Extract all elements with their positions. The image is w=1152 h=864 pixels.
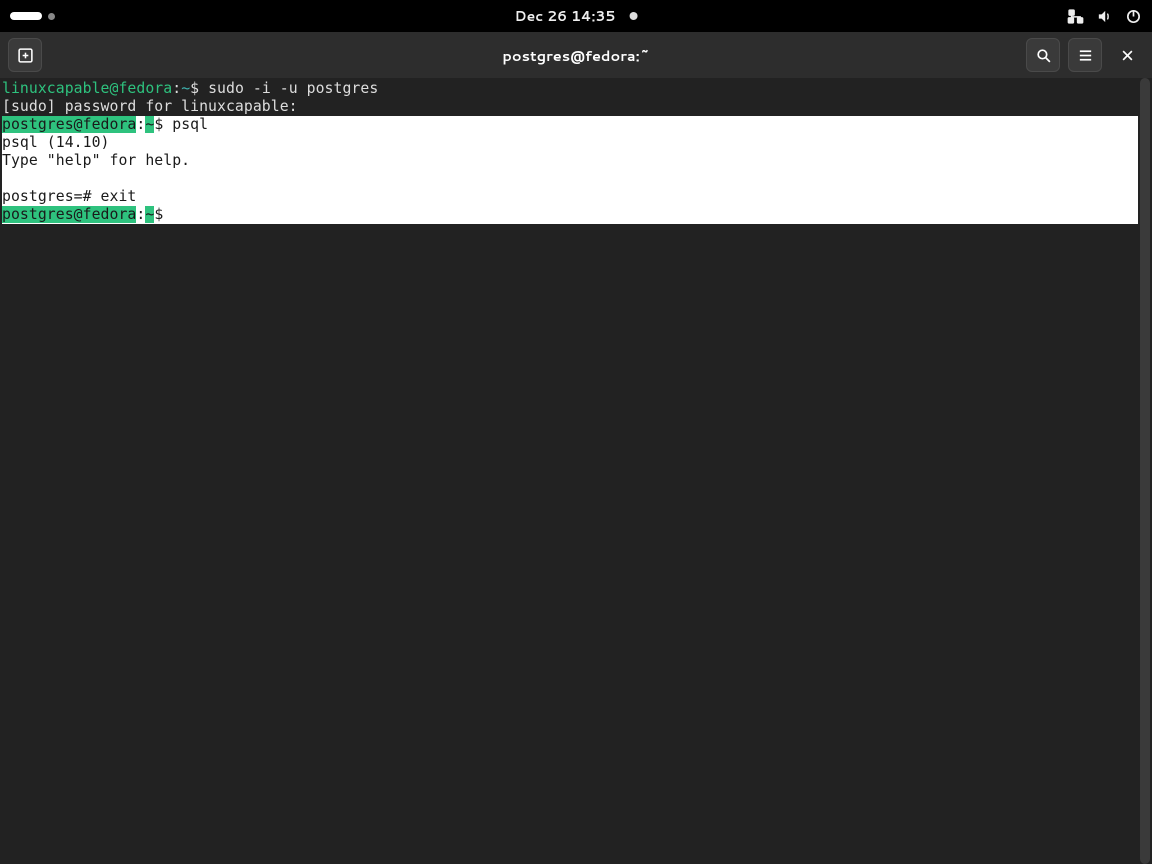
prompt-user: postgres@fedora bbox=[2, 206, 136, 223]
window-title: postgres@fedora:~ bbox=[502, 45, 649, 66]
gnome-top-panel: Dec 26 14:35 bbox=[0, 0, 1152, 32]
prompt-cmd: $ sudo -i -u postgres bbox=[190, 80, 378, 97]
volume-icon[interactable] bbox=[1096, 8, 1113, 25]
prompt-tilde: ~ bbox=[181, 80, 190, 97]
hamburger-menu-button[interactable] bbox=[1068, 38, 1102, 72]
search-button[interactable] bbox=[1026, 38, 1060, 72]
new-tab-button[interactable] bbox=[8, 38, 42, 72]
prompt-sep: : bbox=[136, 206, 145, 223]
scrollbar[interactable] bbox=[1138, 78, 1152, 864]
panel-right[interactable] bbox=[1067, 0, 1142, 32]
close-window-button[interactable] bbox=[1110, 38, 1144, 72]
clock-text: Dec 26 14:35 bbox=[515, 6, 616, 26]
activities-button[interactable] bbox=[10, 12, 55, 20]
prompt-sep: : bbox=[172, 80, 181, 97]
activities-bar-icon bbox=[10, 12, 42, 20]
prompt-user: postgres@fedora bbox=[2, 116, 136, 133]
prompt-tilde: ~ bbox=[145, 206, 154, 223]
prompt-sep: : bbox=[136, 116, 145, 133]
prompt-cmd: $ psql bbox=[154, 116, 208, 133]
notification-dot-icon bbox=[629, 12, 637, 20]
prompt-cmd: $ bbox=[154, 206, 172, 223]
power-icon[interactable] bbox=[1125, 8, 1142, 25]
activities-dot-icon bbox=[48, 13, 55, 20]
scrollbar-thumb[interactable] bbox=[1140, 78, 1150, 864]
prompt-tilde: ~ bbox=[145, 116, 154, 133]
panel-left bbox=[10, 0, 55, 32]
window-headerbar: postgres@fedora:~ bbox=[0, 32, 1152, 78]
network-icon[interactable] bbox=[1067, 8, 1084, 25]
prompt-user: linuxcapable@fedora bbox=[2, 80, 172, 97]
